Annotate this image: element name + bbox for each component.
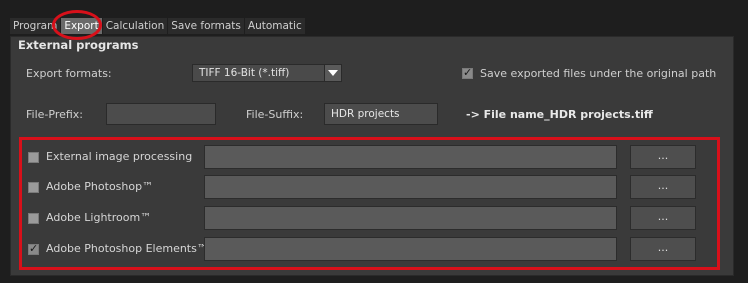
section-title: External programs — [18, 38, 139, 52]
file-prefix-label: File-Prefix: — [26, 108, 84, 121]
save-original-path-checkbox[interactable] — [462, 66, 473, 79]
chevron-down-icon[interactable] — [324, 65, 341, 81]
export-formats-label: Export formats: — [26, 67, 112, 80]
file-suffix-label: File-Suffix: — [246, 108, 304, 121]
programs-highlight-box — [19, 137, 720, 270]
file-suffix-input[interactable]: HDR projects — [324, 103, 438, 125]
file-name-preview: -> File name_HDR projects.tiff — [466, 108, 653, 121]
export-format-select[interactable]: TIFF 16-Bit (*.tiff) — [192, 64, 342, 82]
save-original-path-label: Save exported files under the original p… — [480, 67, 717, 80]
tab-automatic[interactable]: Automatic — [244, 18, 305, 34]
tab-calculation[interactable]: Calculation — [102, 18, 168, 34]
file-prefix-input[interactable] — [106, 103, 216, 125]
tab-save-formats[interactable]: Save formats — [168, 18, 244, 34]
export-format-value: TIFF 16-Bit (*.tiff) — [199, 67, 290, 79]
export-tab-highlight — [52, 10, 102, 40]
